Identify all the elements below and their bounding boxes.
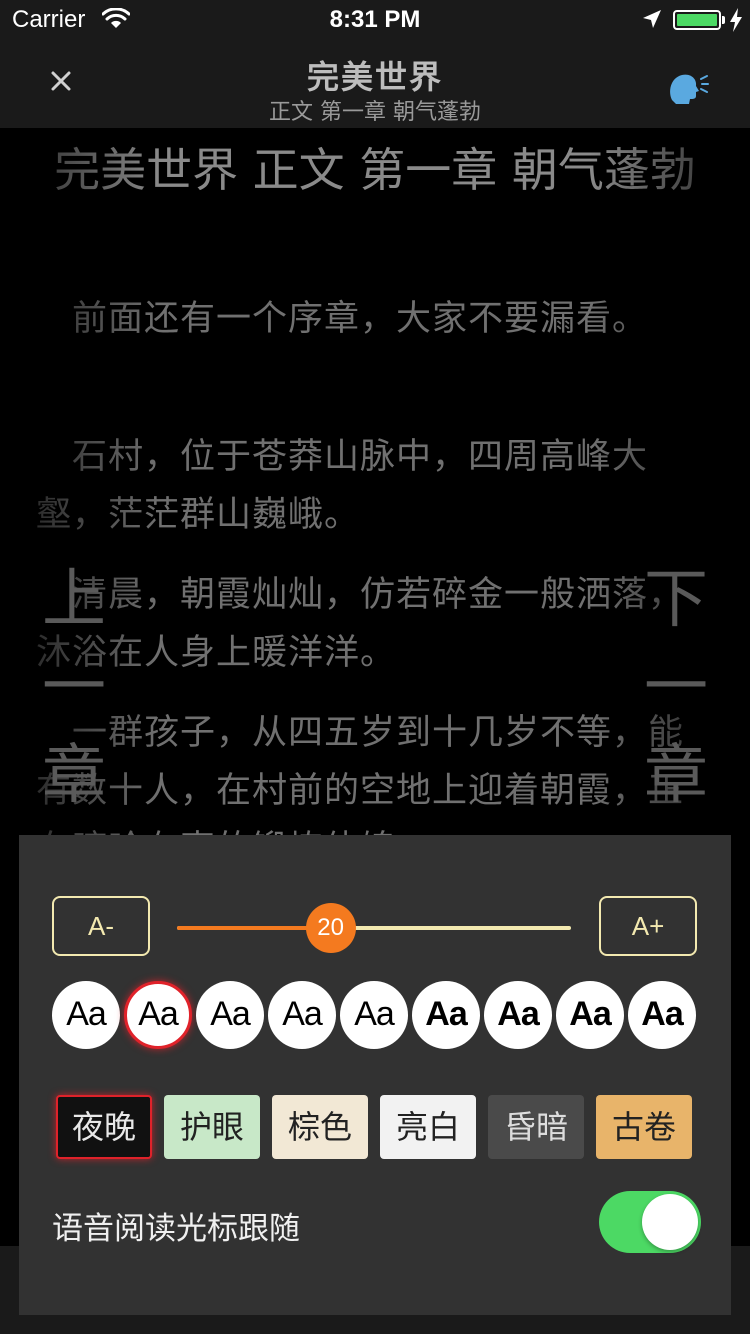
font-face-option[interactable]: Aa xyxy=(340,981,408,1049)
chapter-heading: 完美世界 正文 第一章 朝气蓬勃 xyxy=(54,143,696,197)
next-chapter-button[interactable]: 下一章 xyxy=(640,556,712,820)
font-face-option[interactable]: Aa xyxy=(124,981,192,1049)
theme-option[interactable]: 昏暗 xyxy=(488,1095,584,1159)
font-face-option[interactable]: Aa xyxy=(628,981,696,1049)
status-time: 8:31 PM xyxy=(329,6,421,33)
voice-cursor-follow-label: 语音阅读光标跟随 xyxy=(52,1211,300,1247)
voice-cursor-follow-toggle[interactable] xyxy=(599,1191,701,1253)
reading-settings-panel: A- 20 A+ Aa Aa Aa Aa Aa Aa Aa Aa Aa 夜晚 护眼 棕色 亮白 昏暗 古卷… xyxy=(19,835,731,1315)
theme-option[interactable]: 护眼 xyxy=(164,1095,260,1159)
battery-tip xyxy=(722,16,725,24)
font-face-option[interactable]: Aa xyxy=(412,981,480,1049)
font-size-slider-thumb[interactable]: 20 xyxy=(305,903,356,953)
status-bar: Carrier 8:31 PM xyxy=(0,0,750,40)
charging-bolt-icon xyxy=(730,8,742,32)
font-face-option[interactable]: Aa xyxy=(484,981,552,1049)
theme-option[interactable]: 古卷 xyxy=(596,1095,692,1159)
font-face-option[interactable]: Aa xyxy=(196,981,264,1049)
theme-option[interactable]: 棕色 xyxy=(272,1095,368,1159)
paragraph: 石村，位于苍莽山脉中，四周高峰大壑，茫茫群山巍峨。 xyxy=(36,437,649,535)
chapter-subtitle: 正文 第一章 朝气蓬勃 xyxy=(269,100,481,125)
speaking-head-icon[interactable] xyxy=(666,70,710,106)
font-decrease-button[interactable]: A- xyxy=(52,896,150,956)
font-face-option[interactable]: Aa xyxy=(268,981,336,1049)
toggle-knob xyxy=(642,1194,698,1250)
font-face-option[interactable]: Aa xyxy=(52,981,120,1049)
location-arrow-icon xyxy=(643,10,661,28)
paragraph: 清晨，朝霞灿灿，仿若碎金一般洒落，沐浴在人身上暖洋洋。 xyxy=(36,575,685,673)
book-title: 完美世界 xyxy=(306,58,443,96)
theme-picker: 夜晚 护眼 棕色 亮白 昏暗 古卷 xyxy=(56,1095,696,1159)
battery-icon xyxy=(673,10,721,30)
theme-option[interactable]: 亮白 xyxy=(380,1095,476,1159)
font-face-picker: Aa Aa Aa Aa Aa Aa Aa Aa Aa xyxy=(52,981,702,1051)
prev-chapter-button[interactable]: 上一章 xyxy=(38,556,110,820)
font-increase-button[interactable]: A+ xyxy=(599,896,697,956)
paragraph: 前面还有一个序章，大家不要漏看。 xyxy=(72,299,649,339)
theme-option[interactable]: 夜晚 xyxy=(56,1095,152,1159)
font-face-option[interactable]: Aa xyxy=(556,981,624,1049)
reader-nav-bar: 完美世界 正文 第一章 朝气蓬勃 xyxy=(0,40,750,128)
